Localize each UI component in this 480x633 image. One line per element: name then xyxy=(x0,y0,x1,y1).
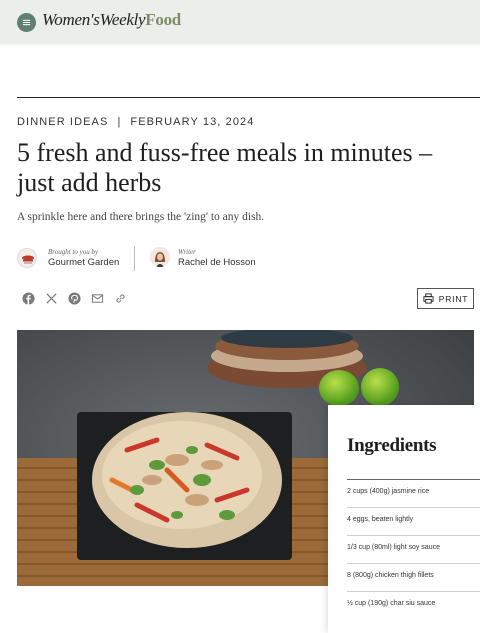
printer-icon xyxy=(423,293,434,304)
ingredient-item: 1/3 cup (80ml) light soy sauce xyxy=(347,535,480,563)
share-bar xyxy=(21,291,127,305)
site-header: Women'sWeeklyFood xyxy=(0,0,480,44)
ingredient-item: 4 eggs, beaten lightly xyxy=(347,507,480,535)
byline: Brought to you by Gourmet Garden Writer … xyxy=(17,244,317,274)
share-x-button[interactable] xyxy=(44,291,58,305)
ingredient-item: ½ cup (190g) char siu sauce xyxy=(347,591,480,619)
share-email-button[interactable] xyxy=(90,291,104,305)
kicker-separator: | xyxy=(117,116,122,128)
category-link[interactable]: DINNER IDEAS xyxy=(17,116,108,128)
ingredient-item: 8 (800g) chicken thigh fillets xyxy=(347,563,480,591)
article-dek: A sprinkle here and there brings the 'zi… xyxy=(17,211,265,223)
facebook-icon xyxy=(21,291,35,305)
ingredients-card: Ingredients 2 cups (400g) jasmine rice 4… xyxy=(328,405,480,633)
section-divider xyxy=(17,97,480,98)
article-kicker: DINNER IDEAS | FEBRUARY 13, 2024 xyxy=(17,116,254,128)
ingredients-list: 2 cups (400g) jasmine rice 4 eggs, beate… xyxy=(347,479,480,619)
copy-link-button[interactable] xyxy=(113,291,127,305)
pinterest-icon xyxy=(67,291,81,305)
share-facebook-button[interactable] xyxy=(21,291,35,305)
hamburger-menu-icon xyxy=(22,19,31,26)
logo-brand: Women'sWeekly xyxy=(42,10,146,29)
writer-name[interactable]: Rachel de Hosson xyxy=(178,257,256,268)
logo-food: Food xyxy=(145,10,181,29)
link-icon xyxy=(115,293,125,303)
x-icon xyxy=(45,292,57,304)
writer-label: Writer xyxy=(178,248,196,256)
ingredient-item: 2 cups (400g) jasmine rice xyxy=(347,479,480,507)
print-button[interactable]: PRINT xyxy=(417,288,474,309)
gourmet-garden-logo[interactable] xyxy=(17,248,37,268)
publish-date: FEBRUARY 13, 2024 xyxy=(130,116,255,128)
share-pinterest-button[interactable] xyxy=(67,291,81,305)
sponsor-label: Brought to you by xyxy=(48,248,99,256)
writer-avatar[interactable] xyxy=(150,247,170,267)
menu-button[interactable] xyxy=(17,13,36,32)
sponsor-name[interactable]: Gourmet Garden xyxy=(48,257,119,268)
ingredients-title: Ingredients xyxy=(347,435,437,456)
print-label: PRINT xyxy=(438,293,469,304)
email-icon xyxy=(91,293,103,303)
byline-divider xyxy=(134,246,135,271)
article-title: 5 fresh and fuss-free meals in minutes –… xyxy=(17,138,433,197)
site-logo[interactable]: Women'sWeeklyFood xyxy=(42,10,181,30)
